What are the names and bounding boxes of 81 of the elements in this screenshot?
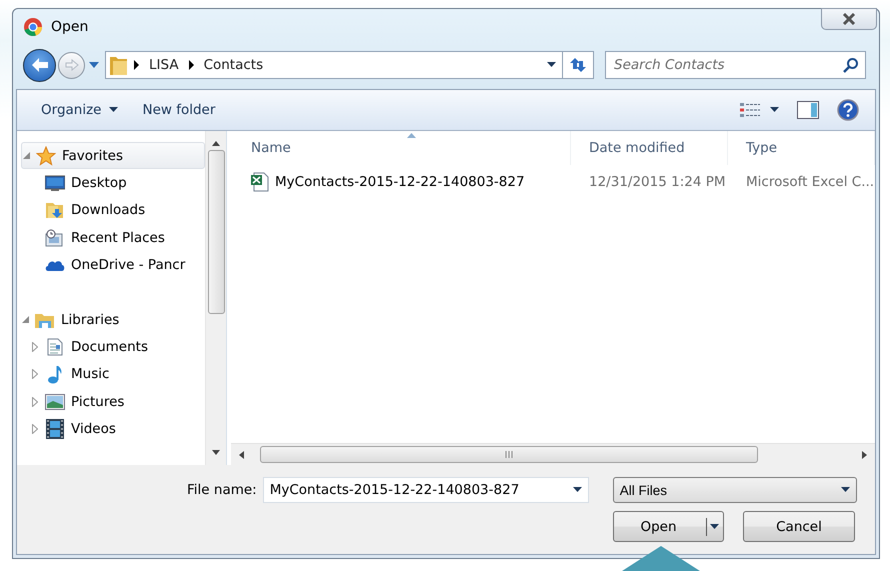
toolbar-button[interactable]: New folder bbox=[134, 98, 224, 122]
caret-icon bbox=[572, 487, 582, 493]
refresh-button[interactable] bbox=[563, 51, 594, 79]
address-dropdown[interactable] bbox=[547, 62, 556, 68]
search-box[interactable]: Search Contacts bbox=[605, 51, 866, 79]
caret-icon bbox=[840, 487, 850, 493]
address-bar[interactable]: LISA Contacts bbox=[105, 51, 563, 79]
breadcrumb[interactable]: LISA bbox=[149, 57, 179, 73]
star-icon bbox=[36, 146, 56, 166]
column-header[interactable]: Date modified bbox=[571, 131, 728, 165]
details-view-icon bbox=[740, 102, 760, 118]
document-icon bbox=[47, 338, 63, 356]
file-name: MyContacts-2015-12-22-140803-827 bbox=[275, 174, 525, 190]
left-arrow-icon bbox=[30, 57, 48, 73]
window-title: Open bbox=[51, 19, 88, 35]
scroll-down-icon bbox=[212, 450, 220, 455]
horizontal-scrollbar[interactable] bbox=[231, 443, 875, 465]
spreadsheet-file-icon bbox=[251, 172, 269, 192]
caret-icon bbox=[770, 107, 779, 113]
breadcrumb[interactable]: Contacts bbox=[204, 57, 264, 73]
scroll-left-icon bbox=[239, 450, 244, 458]
expanded-triangle-icon[interactable] bbox=[22, 152, 30, 160]
caret-icon bbox=[547, 62, 556, 68]
chevron-icon bbox=[134, 60, 139, 70]
caret-icon bbox=[89, 62, 99, 68]
close-button[interactable] bbox=[821, 8, 877, 30]
collapsed-triangle-icon[interactable] bbox=[32, 396, 38, 407]
grip-icon bbox=[504, 451, 514, 458]
file-row[interactable]: MyContacts-2015-12-22-140803-827 12/31/2015 1:24 PM Microsoft Excel C... bbox=[231, 169, 875, 195]
expanded-triangle-icon[interactable] bbox=[22, 316, 28, 324]
recent-places-icon bbox=[45, 228, 65, 247]
tree-item[interactable]: Recent Places bbox=[71, 230, 165, 246]
collapsed-triangle-icon[interactable] bbox=[32, 342, 38, 352]
file-type-dropdown[interactable]: All Files bbox=[612, 477, 857, 503]
preview-pane-button[interactable] bbox=[795, 99, 821, 121]
tree-item[interactable]: Videos bbox=[71, 421, 116, 438]
music-note-icon bbox=[47, 364, 63, 384]
film-strip-icon bbox=[46, 419, 64, 440]
downloads-folder-icon bbox=[46, 201, 64, 220]
collapsed-triangle-icon[interactable] bbox=[32, 424, 38, 434]
back-button[interactable] bbox=[23, 48, 56, 82]
desktop-icon bbox=[45, 175, 65, 192]
pictures-icon bbox=[45, 394, 65, 410]
search-input[interactable]: Search Contacts bbox=[612, 56, 843, 74]
toolbar-button[interactable]: Organize bbox=[33, 98, 126, 122]
folder-icon bbox=[110, 54, 128, 76]
right-arrow-icon bbox=[64, 59, 78, 71]
chevron-icon bbox=[188, 60, 194, 70]
scrollbar-thumb[interactable] bbox=[208, 150, 224, 314]
collapsed-triangle-icon[interactable] bbox=[32, 369, 38, 380]
tree-item[interactable]: OneDrive - Pancr bbox=[71, 257, 186, 274]
scroll-up-icon bbox=[212, 141, 220, 146]
tree-item[interactable]: Libraries bbox=[61, 312, 120, 328]
search-icon bbox=[843, 57, 859, 73]
preview-pane-icon bbox=[797, 101, 819, 119]
tree-item[interactable]: Desktop bbox=[71, 175, 127, 192]
split-button[interactable]: Open bbox=[613, 511, 724, 542]
date-cell-text: 12/31/2015 1:24 PM bbox=[588, 174, 726, 190]
tree-item[interactable]: Music bbox=[71, 366, 110, 382]
tree-item[interactable]: Documents bbox=[71, 339, 148, 356]
scrollbar-thumb[interactable] bbox=[260, 446, 758, 463]
caret-icon bbox=[109, 107, 118, 113]
scroll-right-icon bbox=[862, 450, 867, 458]
field-label: File name: bbox=[187, 482, 257, 498]
close-icon bbox=[842, 13, 856, 25]
help-button[interactable] bbox=[835, 97, 861, 123]
tree-item[interactable]: Pictures bbox=[71, 394, 124, 410]
caret-icon bbox=[710, 524, 719, 530]
column-header[interactable]: Type bbox=[728, 131, 875, 165]
tree-item[interactable]: Downloads bbox=[71, 202, 146, 218]
view-options-button[interactable] bbox=[738, 100, 781, 120]
vertical-scrollbar[interactable] bbox=[205, 131, 226, 465]
help-icon bbox=[837, 99, 859, 121]
file-name-combo-box[interactable]: MyContacts-2015-12-22-140803-827 bbox=[262, 477, 589, 503]
tree-item[interactable]: Favorites bbox=[62, 148, 123, 164]
button[interactable]: Cancel bbox=[743, 511, 855, 542]
refresh-arrows-icon bbox=[568, 57, 588, 73]
browser-logo-icon bbox=[23, 17, 43, 37]
column-header[interactable]: Name bbox=[231, 131, 571, 165]
type-cell-text: Microsoft Excel C... bbox=[745, 174, 875, 190]
tree-item-highlight[interactable]: Favorites bbox=[21, 142, 205, 170]
